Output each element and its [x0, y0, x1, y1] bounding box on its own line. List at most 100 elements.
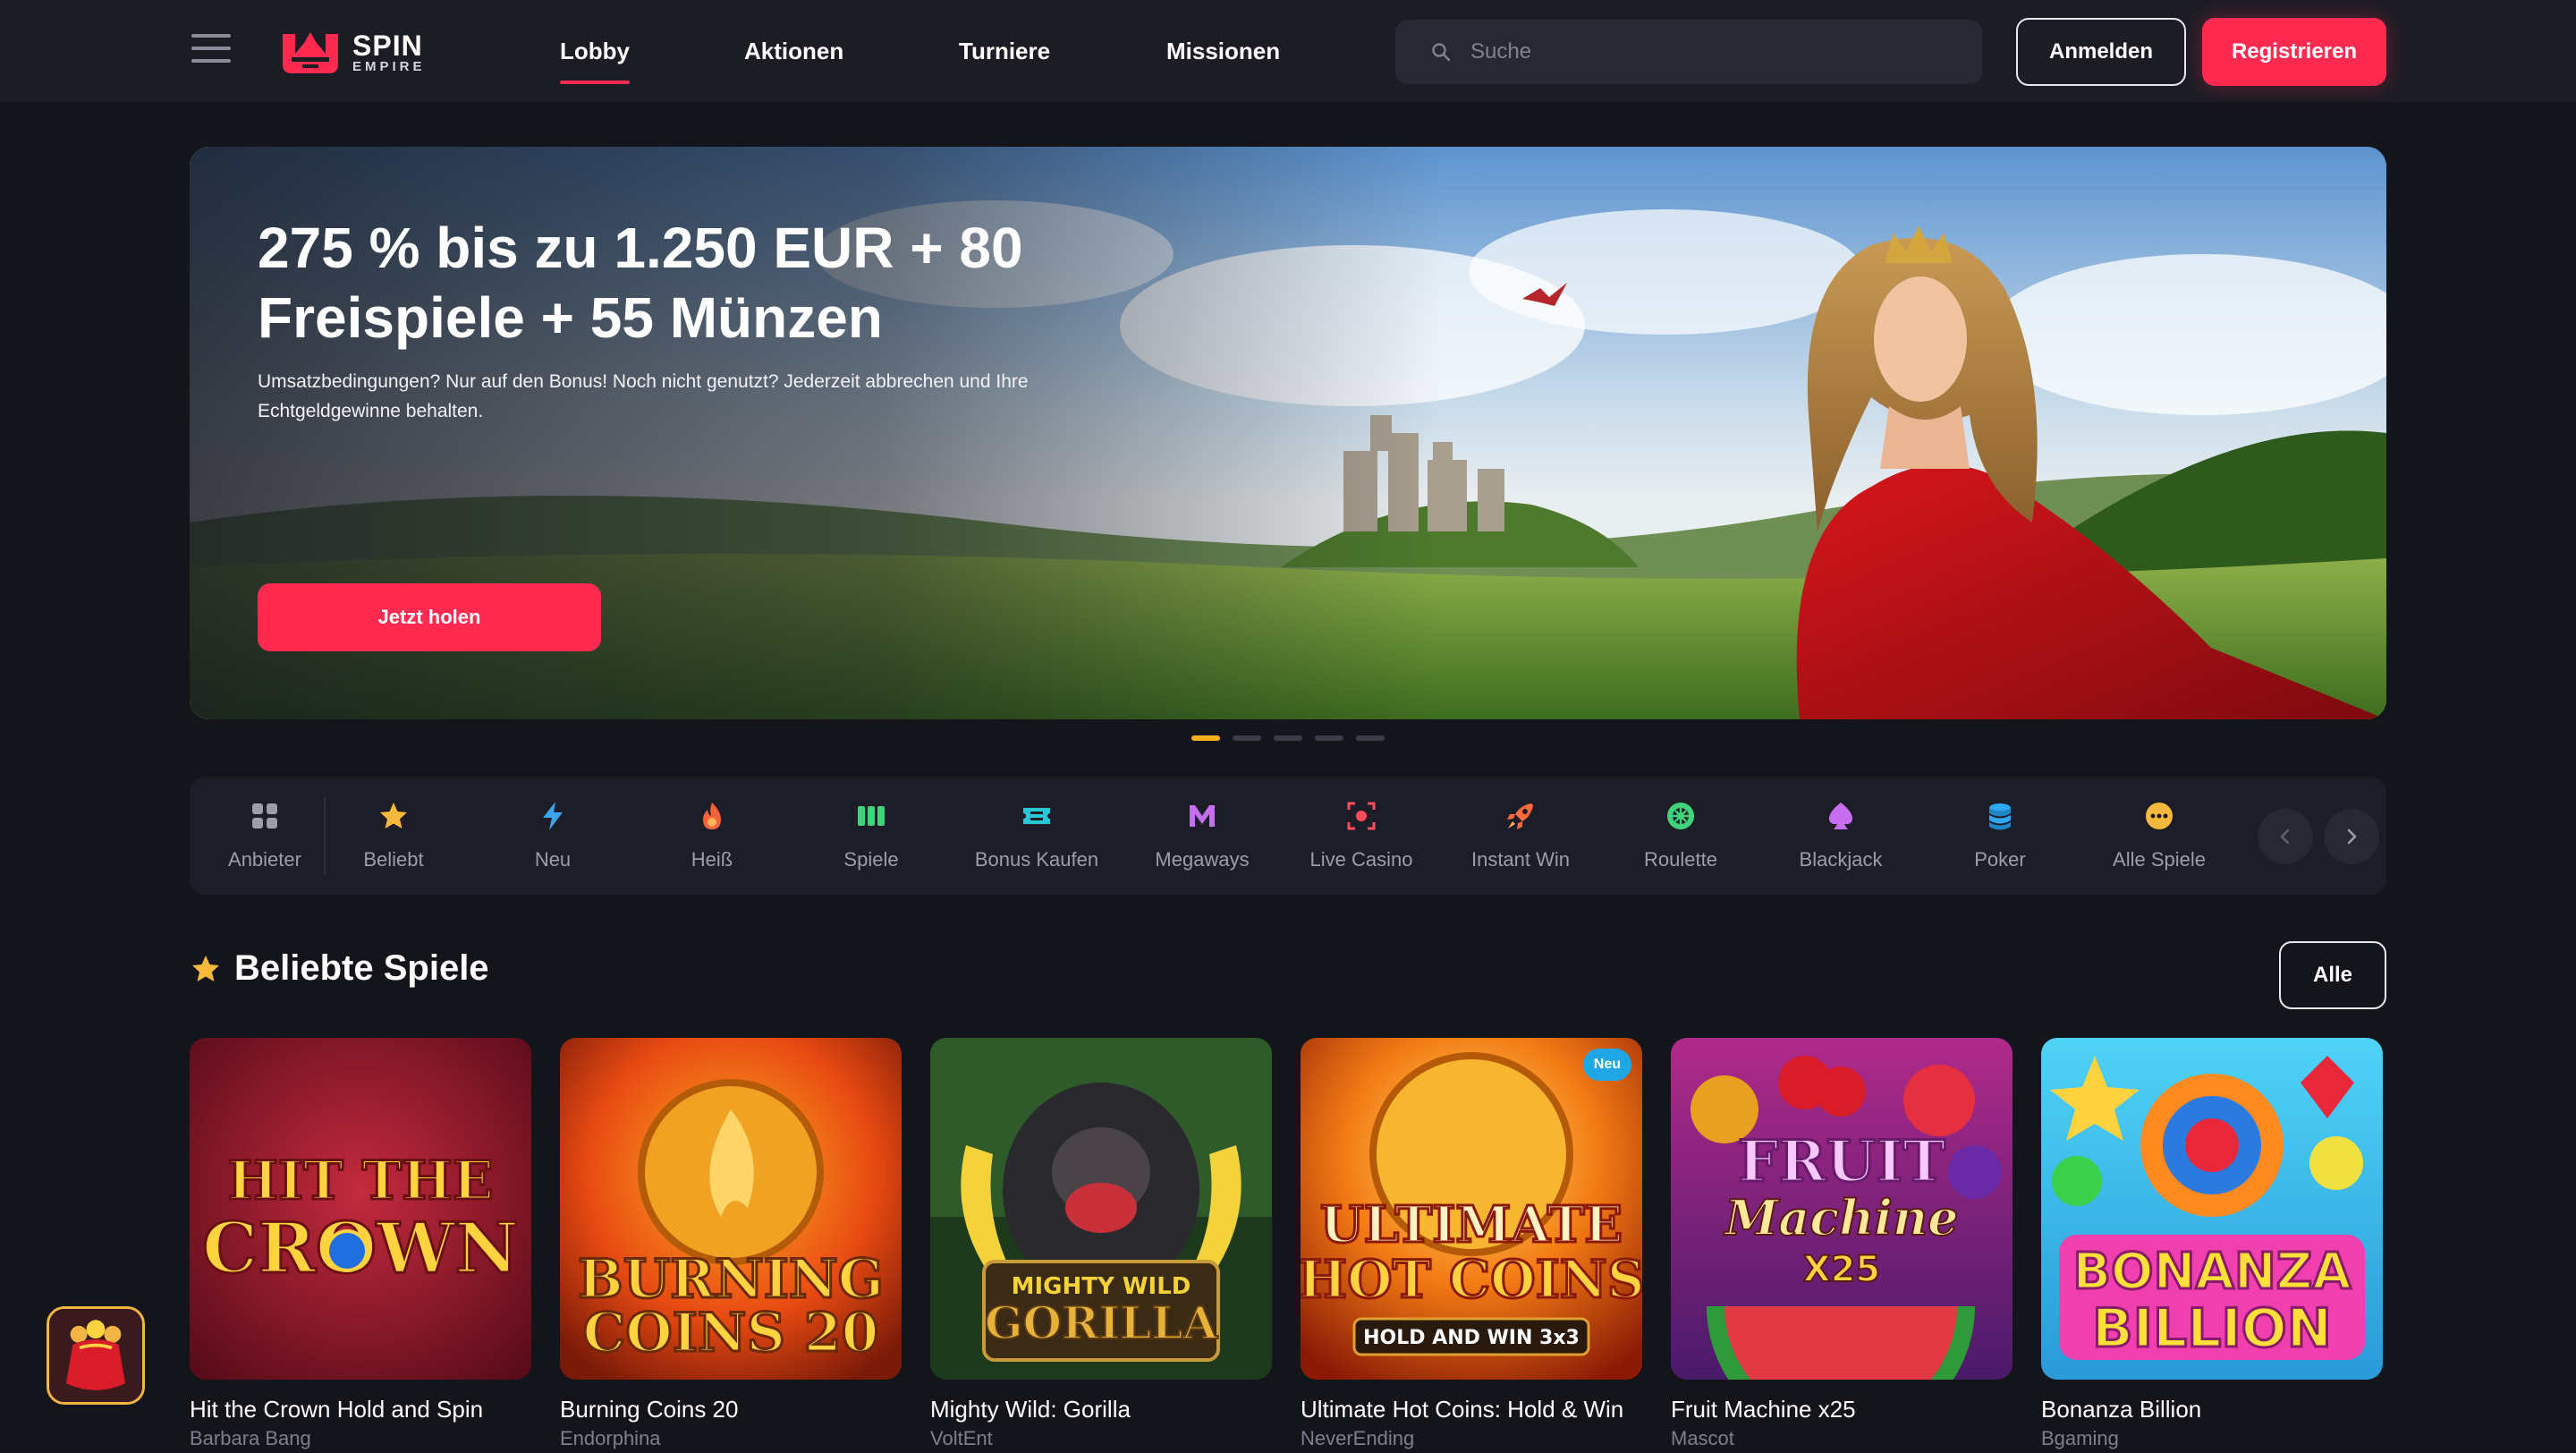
category-neu[interactable]: Neu	[481, 777, 624, 895]
svg-text:Machine: Machine	[1723, 1189, 1958, 1246]
carousel-dot[interactable]	[1356, 735, 1385, 741]
nav-missionen[interactable]: Missionen	[1166, 0, 1280, 102]
logo-text-spin: SPIN	[352, 29, 423, 62]
top-header: SPIN EMPIRE Lobby Aktionen Turniere Miss…	[0, 0, 2576, 102]
chips-icon	[1989, 803, 2011, 830]
nav-missionen-label: Missionen	[1166, 37, 1281, 64]
category-bonus-kaufen[interactable]: Bonus Kaufen	[965, 777, 1108, 895]
login-button[interactable]: Anmelden	[2016, 18, 2186, 86]
category-megaways[interactable]: Megaways	[1131, 777, 1274, 895]
game-card[interactable]: ULTIMATE HOT COINS HOLD AND WIN 3x3 Neu …	[1301, 1038, 1642, 1450]
star-icon	[380, 803, 407, 828]
hero-subtitle: Umsatzbedingungen? Nur auf den Bonus! No…	[258, 371, 1029, 421]
category-live-casino[interactable]: Live Casino	[1290, 777, 1433, 895]
ticket-icon	[1023, 808, 1050, 824]
grid-icon	[252, 803, 277, 828]
svg-text:X25: X25	[1803, 1249, 1881, 1290]
carousel-dot[interactable]	[1315, 735, 1343, 741]
game-card[interactable]: MIGHTY WILD GORILLA Mighty Wild: Gorilla…	[930, 1038, 1272, 1450]
logo[interactable]: SPIN EMPIRE	[281, 27, 426, 77]
nav-turniere[interactable]: Turniere	[959, 0, 1050, 102]
category-label: Roulette	[1644, 848, 1717, 871]
game-thumbnail[interactable]: MIGHTY WILD GORILLA	[930, 1038, 1272, 1380]
category-label: Instant Win	[1470, 848, 1571, 871]
megaways-icon	[1190, 805, 1215, 827]
svg-text:HIT THE: HIT THE	[227, 1150, 493, 1212]
chevron-right-icon	[2347, 828, 2357, 845]
category-poker[interactable]: Poker	[1928, 777, 2072, 895]
category-spiele[interactable]: Spiele	[800, 777, 943, 895]
category-label: Megaways	[1155, 848, 1250, 871]
svg-text:BONANZA: BONANZA	[2072, 1243, 2351, 1301]
new-badge: Neu	[1582, 1049, 1631, 1081]
category-roulette[interactable]: Roulette	[1609, 777, 1752, 895]
chevron-left-icon	[2280, 828, 2290, 845]
ellipsis-icon	[2146, 803, 2173, 829]
game-art: MIGHTY WILD GORILLA	[930, 1038, 1272, 1380]
roulette-icon	[1667, 803, 1694, 829]
category-anbieter[interactable]: Anbieter	[193, 777, 336, 895]
game-provider: Mascot	[1671, 1427, 1734, 1449]
category-prev-button[interactable]	[2258, 809, 2313, 864]
nav-lobby[interactable]: Lobby	[560, 0, 630, 102]
category-label: Spiele	[843, 848, 899, 871]
svg-text:HOT COINS: HOT COINS	[1301, 1249, 1642, 1310]
svg-text:ULTIMATE: ULTIMATE	[1320, 1195, 1623, 1254]
carousel-dot[interactable]	[1274, 735, 1302, 741]
rocket-icon	[1507, 803, 1533, 829]
category-label: Alle Spiele	[2113, 848, 2206, 871]
category-beliebt[interactable]: Beliebt	[322, 777, 465, 895]
search-icon	[1432, 43, 1451, 62]
nav-aktionen[interactable]: Aktionen	[744, 0, 843, 102]
bonus-bag-button[interactable]	[47, 1306, 145, 1405]
nav-aktionen-label: Aktionen	[744, 37, 844, 64]
search-input[interactable]	[1470, 39, 1971, 64]
game-thumbnail[interactable]: ULTIMATE HOT COINS HOLD AND WIN 3x3 Neu	[1301, 1038, 1642, 1380]
section-title: Beliebte Spiele	[234, 948, 489, 988]
register-button[interactable]: Registrieren	[2202, 18, 2386, 86]
category-label: Neu	[534, 848, 572, 871]
category-label: Poker	[1974, 848, 2026, 871]
menu-icon[interactable]	[191, 34, 231, 66]
game-provider: Bgaming	[2041, 1427, 2119, 1449]
game-card[interactable]: FRUIT Machine X25 Fruit Machine x25 Masc…	[1671, 1038, 2012, 1450]
svg-text:BILLION: BILLION	[2092, 1297, 2332, 1360]
hero-banner[interactable]: 275 % bis zu 1.250 EUR + 80 Freispiele +…	[190, 147, 2386, 719]
game-title: Burning Coins 20	[560, 1396, 739, 1423]
game-thumbnail[interactable]: FRUIT Machine X25	[1671, 1038, 2012, 1380]
game-card[interactable]: BURNING COINS 20 Burning Coins 20 Endorp…	[560, 1038, 902, 1450]
carousel-dot[interactable]	[1191, 735, 1220, 741]
category-next-button[interactable]	[2324, 809, 2379, 864]
category-blackjack[interactable]: Blackjack	[1769, 777, 1912, 895]
section-header: Beliebte Spiele	[190, 948, 489, 989]
spade-icon	[1828, 803, 1853, 829]
hero-title: 275 % bis zu 1.250 EUR + 80 Freispiele +…	[258, 216, 1023, 350]
game-card[interactable]: BONANZA BILLION Bonanza Billion Bgaming	[2041, 1038, 2383, 1450]
svg-text:GORILLA: GORILLA	[985, 1296, 1219, 1349]
search-bar[interactable]	[1395, 20, 1982, 84]
category-instant-win[interactable]: Instant Win	[1449, 777, 1592, 895]
game-title: Bonanza Billion	[2041, 1396, 2202, 1423]
game-provider: NeverEnding	[1301, 1427, 1415, 1449]
category-alle-spiele[interactable]: Alle Spiele	[2088, 777, 2231, 895]
game-art: ULTIMATE HOT COINS HOLD AND WIN 3x3	[1301, 1038, 1642, 1380]
crown-logo-icon	[283, 32, 338, 73]
slots-icon	[858, 806, 885, 826]
live-camera-icon	[1347, 802, 1376, 830]
game-thumbnail[interactable]: HIT THE CROWN	[190, 1038, 531, 1380]
view-all-button[interactable]: Alle	[2279, 941, 2386, 1009]
nav-lobby-label: Lobby	[560, 37, 630, 64]
game-provider: Barbara Bang	[190, 1427, 311, 1449]
game-card[interactable]: HIT THE CROWN Hit the Crown Hold and Spi…	[190, 1038, 531, 1450]
carousel-dot[interactable]	[1233, 735, 1261, 741]
category-heiss[interactable]: Heiß	[640, 777, 784, 895]
game-thumbnail[interactable]: BONANZA BILLION	[2041, 1038, 2383, 1380]
game-title: Ultimate Hot Coins: Hold & Win	[1301, 1396, 1624, 1423]
game-thumbnail[interactable]: BURNING COINS 20	[560, 1038, 902, 1380]
game-provider: VoltEnt	[930, 1427, 993, 1449]
star-icon	[192, 955, 219, 981]
category-label: Bonus Kaufen	[974, 848, 1099, 871]
category-bar: Anbieter Beliebt Neu Heiß Spiele Bonus K…	[190, 777, 2386, 895]
claim-bonus-button[interactable]: Jetzt holen	[258, 583, 601, 651]
category-label: Beliebt	[363, 848, 424, 871]
